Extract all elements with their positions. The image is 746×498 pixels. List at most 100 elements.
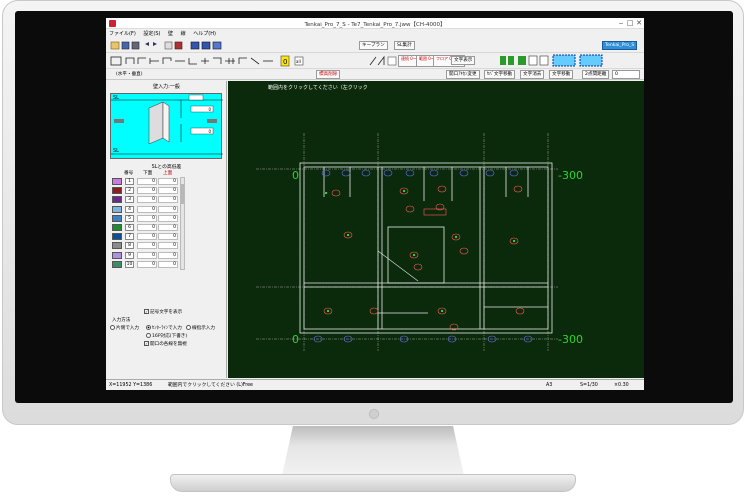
radio-16p[interactable]: 16P対応(下書き)	[146, 333, 187, 339]
upper-value[interactable]: 0	[158, 214, 178, 222]
monitor-logo	[369, 409, 379, 419]
drawing-canvas[interactable]: 範囲内をクリックしてください（左クリック 0 -300 0 -300	[228, 81, 644, 378]
row-num: 8	[125, 242, 134, 250]
ignore-opening-label: 開口の各線を無視	[150, 342, 187, 347]
scale-readout[interactable]: S=1/30	[580, 382, 598, 390]
title-bar: Tenkai_Pro_7_S - Te7_Tenkai_Pro_7.jww【CH…	[106, 18, 644, 29]
zoom-readout[interactable]: ×0.30	[614, 382, 629, 390]
app-window: Tenkai_Pro_7_S - Te7_Tenkai_Pro_7.jww【CH…	[106, 18, 644, 390]
color-swatch	[112, 214, 122, 222]
wall-input-panel: 壁入力:一般 SL SL 0 0 SLとの高低差 番号 下面 上面 1 0 0 …	[106, 81, 227, 378]
show-text-option[interactable]: ✓ 記号文字を表示	[144, 309, 182, 315]
lower-value[interactable]: 0	[137, 223, 157, 231]
layer-name-box[interactable]: Tenkai_Pro_S	[602, 41, 638, 50]
toolbar-options: (水平・垂直) 標高削除 開口ｱｷｶﾝ変更 ｾﾊﾞ文字移動 文字消去 文字移動 …	[106, 69, 644, 80]
upper-value[interactable]: 0	[158, 223, 178, 231]
lower-value[interactable]: 0	[137, 178, 157, 185]
col-num-header: 番号	[124, 171, 134, 176]
radio-label: ｾﾝﾀｰﾗｲﾝで入力	[152, 326, 182, 331]
menu-settings[interactable]: 設定(S)	[140, 30, 163, 38]
color-swatch	[112, 178, 122, 185]
color-swatch	[112, 242, 122, 250]
keyplan-button[interactable]: キープラン	[359, 41, 388, 50]
upper-value[interactable]: 0	[158, 260, 178, 268]
wall-section-drawing: SL SL 0 0	[111, 94, 223, 155]
menu-line[interactable]: 線	[178, 30, 189, 38]
lower-value[interactable]: 0	[137, 233, 157, 241]
opening-change-button[interactable]: 開口ｱｷｶﾝ変更	[446, 70, 480, 79]
table-row[interactable]: 500	[112, 214, 184, 223]
panel-title: 壁入力:一般	[153, 84, 180, 90]
close-button[interactable]: ✕	[634, 19, 644, 28]
upper-value[interactable]: 0	[158, 187, 178, 195]
radio-line[interactable]: 線指示入力	[186, 325, 215, 331]
lower-value[interactable]: 0	[137, 260, 157, 268]
menu-wall[interactable]: 壁	[165, 30, 176, 38]
lower-value[interactable]: 0	[137, 196, 157, 204]
upper-value[interactable]: 0	[158, 178, 178, 185]
sl-calc-button[interactable]: SL集計	[394, 41, 415, 50]
svg-text:0: 0	[283, 58, 287, 66]
pick-button[interactable]: 標高削除	[316, 70, 341, 79]
row-num: 5	[125, 214, 134, 222]
palette-title: SLとの高低差	[151, 165, 182, 170]
lower-value[interactable]: 0	[137, 251, 157, 259]
svg-text:all: all	[296, 59, 301, 64]
table-row[interactable]: 600	[112, 223, 184, 232]
lower-value[interactable]: 0	[137, 187, 157, 195]
upper-value[interactable]: 0	[158, 251, 178, 259]
ignore-opening-option[interactable]: ✓ 開口の各線を無視	[144, 341, 187, 347]
checkbox-icon[interactable]: ✓	[144, 309, 149, 314]
radio-icon[interactable]	[146, 325, 151, 330]
radio-one-side[interactable]: 片側で入力	[110, 325, 139, 331]
lower-value[interactable]: 0	[137, 242, 157, 250]
radio-label: 片側で入力	[116, 326, 139, 331]
text-display-button[interactable]: 文字表示	[451, 56, 476, 65]
interval-label: 2点間距離	[582, 70, 610, 79]
table-row[interactable]: 900	[112, 251, 184, 260]
radio-icon[interactable]	[146, 333, 151, 338]
table-row[interactable]: 10 0 0	[112, 260, 184, 269]
view-tools-icons	[500, 54, 603, 67]
table-row[interactable]: 100	[112, 177, 184, 186]
text-move-button[interactable]: 文字移動	[549, 70, 574, 79]
window-title: Tenkai_Pro_7_S - Te7_Tenkai_Pro_7.jww【CH…	[304, 22, 446, 28]
coordinates-readout: X=11952 Y=1386	[109, 383, 153, 388]
radio-label: 16P対応(下書き)	[152, 334, 188, 339]
table-row[interactable]: 700	[112, 232, 184, 241]
upper-value[interactable]: 0	[158, 196, 178, 204]
table-row[interactable]: 800	[112, 241, 184, 250]
table-row[interactable]: 200	[112, 186, 184, 195]
wall-section-diagram: SL SL 0 0	[110, 93, 223, 159]
interval-input[interactable]: 0	[612, 70, 640, 79]
lower-value[interactable]: 0	[137, 205, 157, 213]
radio-center[interactable]: ｾﾝﾀｰﾗｲﾝで入力	[146, 325, 182, 331]
menu-file[interactable]: ファイル(F)	[106, 30, 139, 38]
upper-value[interactable]: 0	[158, 205, 178, 213]
row-num: 1	[125, 178, 134, 185]
color-swatch	[112, 251, 122, 259]
mode-label: (水平・垂直)	[116, 72, 143, 77]
row-num: 7	[125, 233, 134, 241]
checkbox-icon[interactable]: ✓	[144, 341, 149, 346]
radio-icon[interactable]	[186, 325, 191, 330]
upper-value[interactable]: 0	[158, 242, 178, 250]
level-mark-bottom-left: 0	[292, 333, 299, 346]
radio-icon[interactable]	[110, 325, 115, 330]
draw-tool-icons	[369, 55, 397, 66]
status-prompt: 範囲内でクリックしてください (L)Free	[168, 383, 253, 388]
level-mark-top-left: 0	[292, 169, 299, 182]
color-swatch	[112, 196, 122, 204]
table-row[interactable]: 400	[112, 205, 184, 214]
paper-size[interactable]: A3	[546, 382, 552, 390]
lower-value[interactable]: 0	[137, 214, 157, 222]
sl-top-label: SL	[113, 95, 119, 101]
upper-value[interactable]: 0	[158, 233, 178, 241]
level-mark-bottom-right: -300	[558, 333, 583, 346]
text-move-sub-button[interactable]: ｾﾊﾞ文字移動	[484, 70, 516, 79]
table-scrollbar[interactable]	[180, 177, 185, 270]
table-row[interactable]: 300	[112, 195, 184, 204]
scroll-thumb[interactable]	[181, 184, 184, 204]
menu-help[interactable]: ヘルプ(H)	[190, 30, 219, 38]
text-erase-button[interactable]: 文字消去	[520, 70, 545, 79]
